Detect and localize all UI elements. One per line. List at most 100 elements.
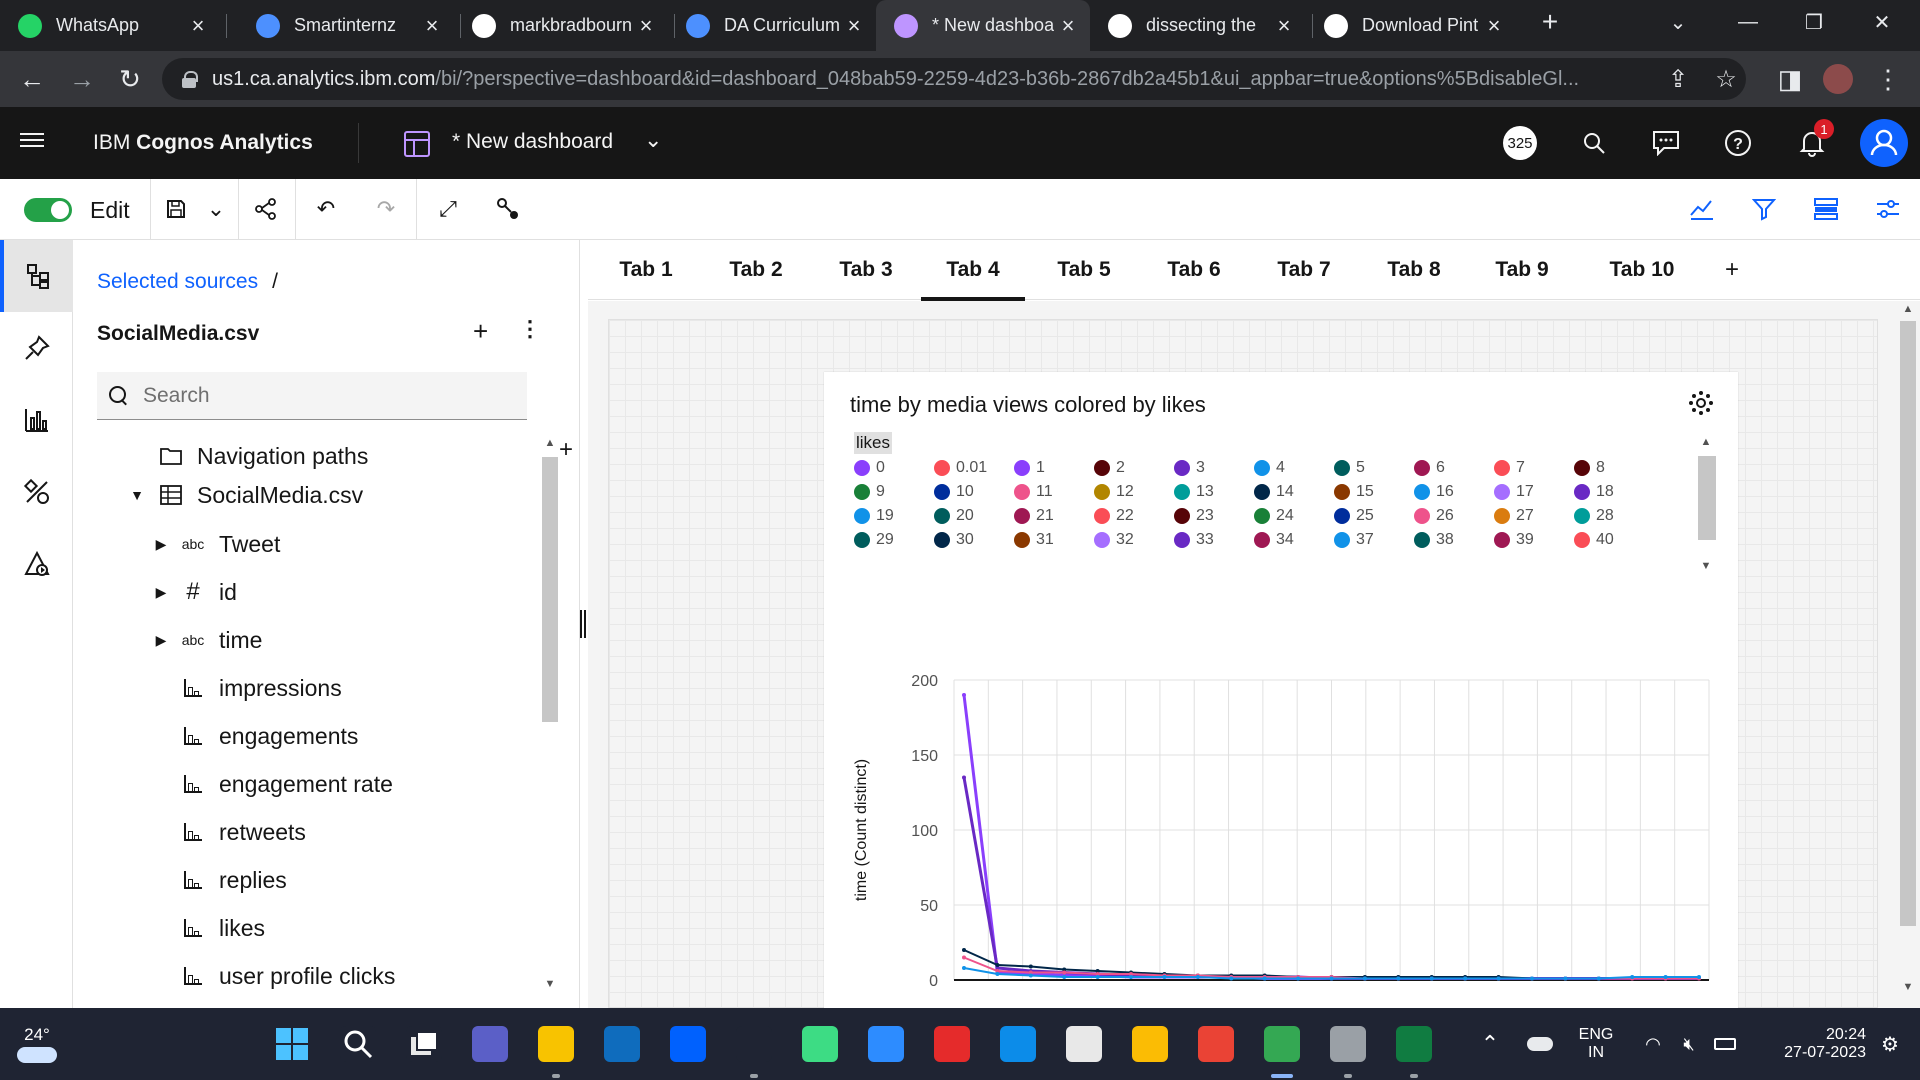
legend-item[interactable]: 28 <box>1574 504 1614 528</box>
legend-item[interactable]: 33 <box>1174 528 1214 552</box>
filter-icon[interactable] <box>1748 193 1780 225</box>
navigation-paths-row[interactable]: Navigation paths + <box>157 436 587 476</box>
legend-item[interactable]: 12 <box>1094 480 1134 504</box>
field-row[interactable]: retweets <box>179 812 306 852</box>
field-row[interactable]: replies <box>179 860 287 900</box>
widgets-icon[interactable] <box>0 456 73 528</box>
redo-icon[interactable]: ↷ <box>370 193 402 225</box>
legend-item[interactable]: 14 <box>1254 480 1294 504</box>
properties-sliders-icon[interactable] <box>1872 193 1904 225</box>
new-tab-icon[interactable]: + <box>1520 0 1580 44</box>
legend-item[interactable]: 44 <box>934 552 974 556</box>
edit-mode-toggle[interactable] <box>24 198 72 222</box>
close-tab-icon[interactable]: × <box>1480 13 1508 39</box>
notification-center-icon[interactable]: ⚙︎ <box>1870 1008 1910 1080</box>
weather-widget[interactable]: 24° <box>12 1008 62 1080</box>
tray-chevron-icon[interactable]: ⌃ <box>1470 1008 1510 1080</box>
close-tab-icon[interactable]: × <box>632 13 660 39</box>
tab-4[interactable]: Tab 4 <box>921 240 1025 301</box>
tab-9[interactable]: Tab 9 <box>1476 240 1568 300</box>
settings-icon[interactable] <box>1324 1020 1372 1068</box>
legend-item[interactable]: 8 <box>1574 456 1605 480</box>
legend-item[interactable]: 45 <box>1014 552 1054 556</box>
legend-item[interactable]: 4 <box>1254 456 1285 480</box>
assistant-chat-icon[interactable] <box>1648 125 1684 161</box>
close-tab-icon[interactable]: × <box>184 13 212 39</box>
expand-caret-icon[interactable]: ▶ <box>153 584 169 601</box>
tab-8[interactable]: Tab 8 <box>1368 240 1460 300</box>
count-badge[interactable]: 325 <box>1502 125 1538 161</box>
scroll-up-icon[interactable]: ▲ <box>543 437 557 449</box>
legend-item[interactable]: 27 <box>1494 504 1534 528</box>
canvas-scrollbar[interactable]: ▲ ▼ <box>1896 301 1920 1008</box>
legend-item[interactable]: 18 <box>1574 480 1614 504</box>
legend-item[interactable]: 0 <box>854 456 885 480</box>
scrollbar-thumb[interactable] <box>1698 456 1716 540</box>
legend-item[interactable]: 42 <box>854 552 894 556</box>
tab-7[interactable]: Tab 7 <box>1258 240 1350 300</box>
field-row[interactable]: likes <box>179 908 265 948</box>
language-indicator[interactable]: ENG IN <box>1572 1008 1620 1080</box>
lock-icon[interactable] <box>182 71 198 88</box>
legend-item[interactable]: 52 <box>1254 552 1294 556</box>
browser-tab[interactable]: WhatsApp × <box>0 0 220 51</box>
close-tab-icon[interactable]: × <box>1270 13 1298 39</box>
breadcrumb-selected-sources[interactable]: Selected sources <box>97 270 258 293</box>
chrome-a-icon[interactable] <box>1126 1020 1174 1068</box>
collapse-caret-icon[interactable]: ▼ <box>129 487 145 503</box>
fullscreen-icon[interactable]: ⤢ <box>432 193 464 225</box>
field-row[interactable]: ▶ # id <box>153 572 237 612</box>
dashboard-title[interactable]: * New dashboard <box>452 130 613 154</box>
scroll-down-icon[interactable]: ▼ <box>1902 981 1914 993</box>
bolt-icon[interactable] <box>730 1020 778 1068</box>
scroll-down-icon[interactable]: ▼ <box>1700 560 1712 572</box>
notifications-bell-icon[interactable]: 1 <box>1794 119 1834 161</box>
legend-item[interactable]: 39 <box>1494 528 1534 552</box>
legend-item[interactable]: 61 <box>1574 552 1614 556</box>
close-window-icon[interactable]: ✕ <box>1852 0 1912 44</box>
expand-caret-icon[interactable]: ▶ <box>153 536 169 553</box>
browser-tab[interactable]: DA Curriculum × <box>668 0 876 51</box>
legend-item[interactable]: 25 <box>1334 504 1374 528</box>
save-icon[interactable] <box>160 193 192 225</box>
tab-5[interactable]: Tab 5 <box>1038 240 1130 300</box>
android-studio-icon[interactable] <box>796 1020 844 1068</box>
tab-6[interactable]: Tab 6 <box>1148 240 1240 300</box>
hamburger-menu-icon[interactable] <box>20 129 44 153</box>
legend-item[interactable]: 31 <box>1014 528 1054 552</box>
edge-icon[interactable] <box>994 1020 1042 1068</box>
legend-item[interactable]: 49 <box>1174 552 1214 556</box>
help-icon[interactable]: ? <box>1720 125 1756 161</box>
legend-item[interactable]: 32 <box>1094 528 1134 552</box>
legend-item[interactable]: 21 <box>1014 504 1054 528</box>
minimize-icon[interactable]: — <box>1718 0 1778 44</box>
legend-item[interactable]: 38 <box>1414 528 1454 552</box>
legend-item[interactable]: 11 <box>1014 480 1053 504</box>
mail-icon[interactable] <box>598 1020 646 1068</box>
legend-item[interactable]: 2 <box>1094 456 1125 480</box>
legend-item[interactable]: 16 <box>1414 480 1454 504</box>
field-row[interactable]: engagement rate <box>179 764 393 804</box>
legend-item[interactable]: 23 <box>1174 504 1214 528</box>
excel-icon[interactable] <box>1390 1020 1438 1068</box>
layers-icon[interactable] <box>1810 193 1842 225</box>
legend-item[interactable]: 34 <box>1254 528 1294 552</box>
save-menu-chevron-icon[interactable]: ⌄ <box>200 193 232 225</box>
explorer-icon[interactable] <box>532 1020 580 1068</box>
close-tab-icon[interactable]: × <box>418 13 446 39</box>
legend-item[interactable]: 19 <box>854 504 894 528</box>
scroll-up-icon[interactable]: ▲ <box>1902 303 1914 315</box>
onedrive-icon[interactable] <box>1520 1008 1560 1080</box>
volume-muted-icon[interactable]: 🔇︎ <box>1672 1008 1706 1080</box>
source-overflow-menu-icon[interactable]: ⋮ <box>519 316 541 342</box>
legend-item[interactable]: 26 <box>1414 504 1454 528</box>
browser-tab[interactable]: dissecting the × <box>1090 0 1306 51</box>
legend-item[interactable]: 29 <box>854 528 894 552</box>
url-field[interactable]: us1.ca.analytics.ibm.com/bi/?perspective… <box>162 58 1746 100</box>
bookmark-star-icon[interactable]: ☆ <box>1706 58 1746 100</box>
restore-icon[interactable]: ❐ <box>1784 0 1844 44</box>
legend-scrollbar[interactable]: ▲ ▼ <box>1696 434 1716 582</box>
search-icon[interactable] <box>334 1020 382 1068</box>
legend-item[interactable]: 15 <box>1334 480 1374 504</box>
legend-item[interactable]: 58 <box>1494 552 1534 556</box>
